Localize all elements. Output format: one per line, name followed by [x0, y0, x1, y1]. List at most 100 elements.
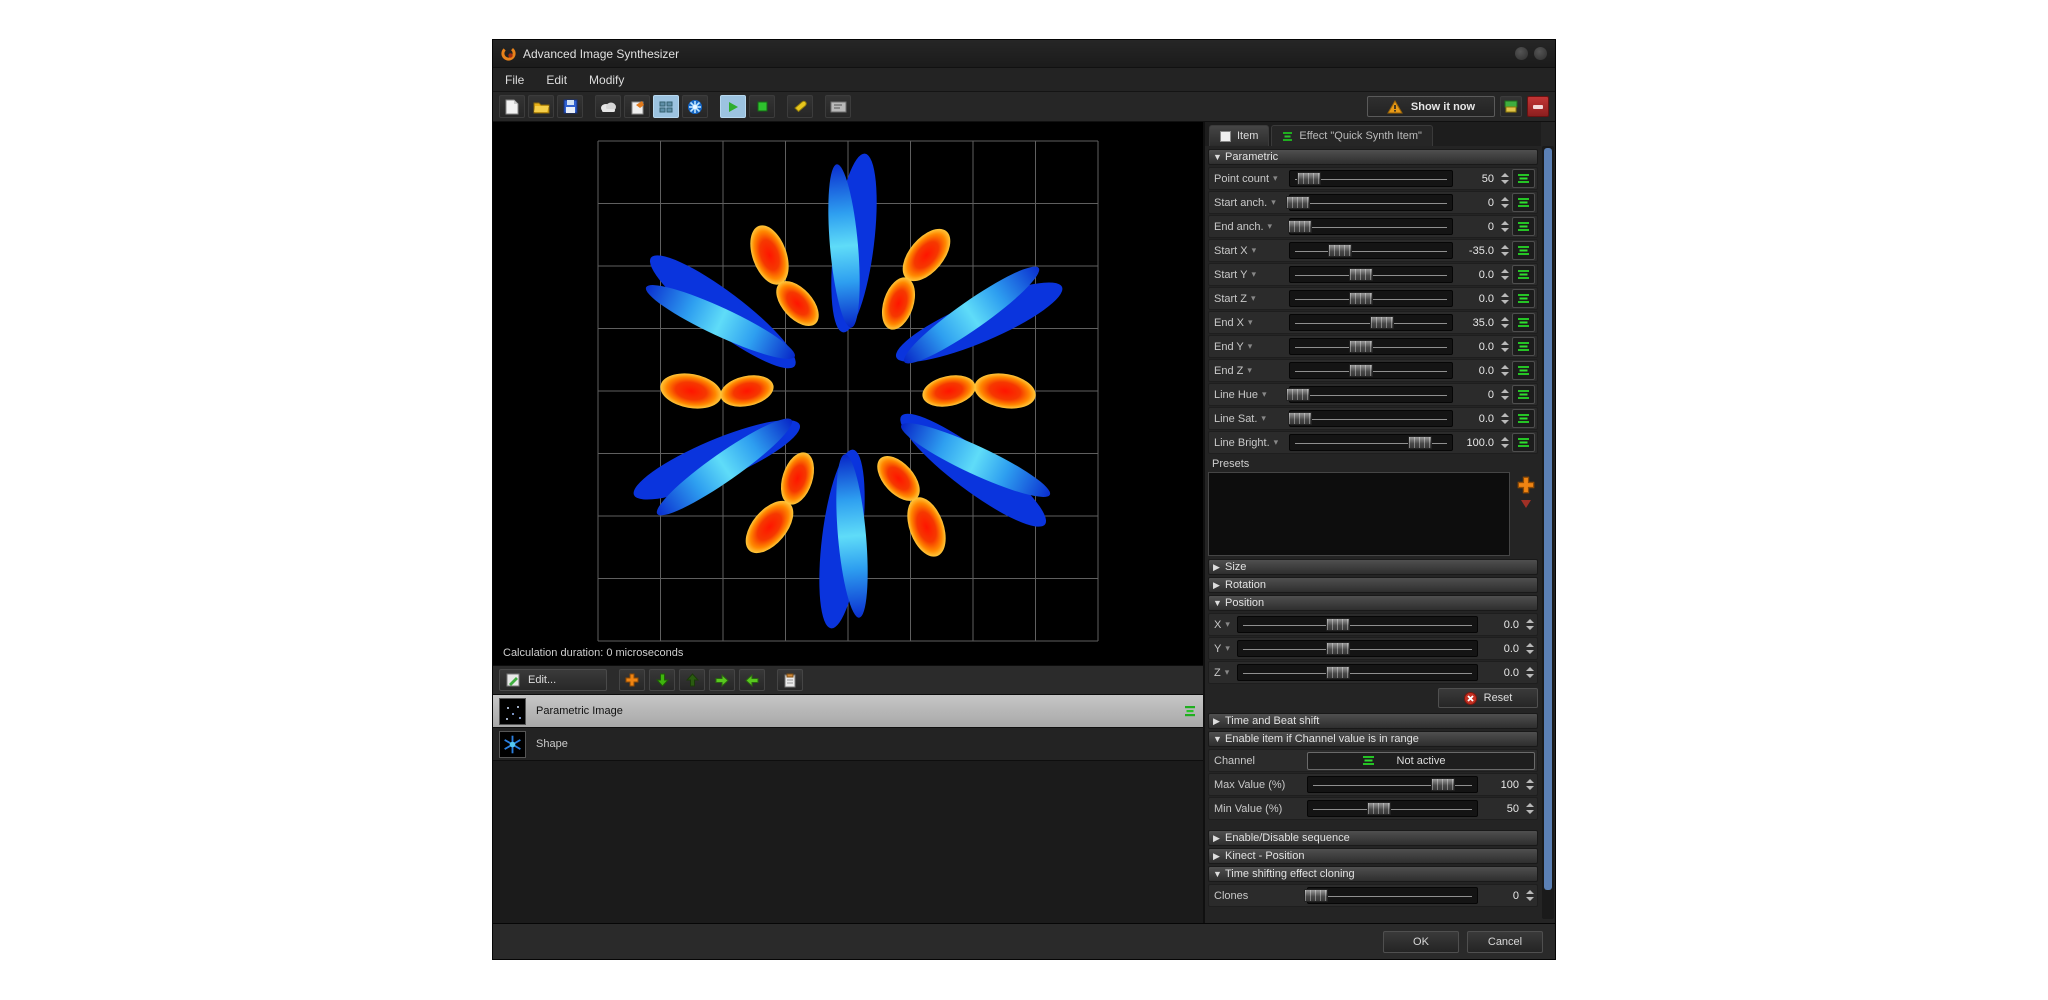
slider-handle[interactable] [1370, 316, 1394, 329]
param-label[interactable]: Start X [1211, 245, 1289, 257]
reset-position-button[interactable]: Reset [1438, 688, 1538, 708]
slider-handle[interactable] [1431, 778, 1455, 791]
param-label[interactable]: Line Sat. [1211, 413, 1289, 425]
param-slider[interactable] [1289, 266, 1453, 283]
list-item-shape[interactable]: Shape [493, 728, 1203, 761]
grid-view-button[interactable] [653, 95, 679, 118]
position-axis-label[interactable]: X [1211, 619, 1237, 631]
param-slider[interactable] [1289, 410, 1453, 427]
live-control-button[interactable] [1512, 217, 1535, 236]
tab-effect[interactable]: Effect "Quick Synth Item" [1271, 125, 1433, 146]
ok-button[interactable]: OK [1383, 931, 1459, 953]
spinner[interactable] [1524, 887, 1535, 904]
import-image-button[interactable] [624, 95, 650, 118]
spinner[interactable] [1499, 386, 1510, 403]
live-control-button[interactable] [1512, 433, 1535, 452]
spinner[interactable] [1524, 800, 1535, 817]
slider-handle[interactable] [1408, 436, 1432, 449]
slider-handle[interactable] [1297, 172, 1321, 185]
section-time-shifting-cloning[interactable]: Time shifting effect cloning [1208, 866, 1538, 882]
section-parametric[interactable]: Parametric [1208, 149, 1538, 165]
section-rotation[interactable]: Rotation [1208, 577, 1538, 593]
param-label[interactable]: Point count [1211, 173, 1289, 185]
section-kinect-position[interactable]: Kinect - Position [1208, 848, 1538, 864]
menu-modify[interactable]: Modify [589, 73, 624, 87]
cancel-button[interactable]: Cancel [1467, 931, 1543, 953]
move-item-up-button[interactable] [679, 669, 705, 691]
remove-output-button[interactable] [1527, 96, 1549, 117]
move-item-left-button[interactable] [739, 669, 765, 691]
open-folder-button[interactable] [528, 95, 554, 118]
param-slider[interactable] [1289, 386, 1453, 403]
new-document-button[interactable] [499, 95, 525, 118]
apply-preset-icon[interactable] [1521, 500, 1531, 508]
param-slider[interactable] [1289, 194, 1453, 211]
save-show-button[interactable] [1500, 96, 1522, 117]
section-position[interactable]: Position [1208, 595, 1538, 611]
param-slider[interactable] [1289, 170, 1453, 187]
menu-edit[interactable]: Edit [546, 73, 567, 87]
spinner[interactable] [1524, 776, 1535, 793]
spinner[interactable] [1499, 242, 1510, 259]
spinner[interactable] [1524, 640, 1535, 657]
show-it-now-button[interactable]: Show it now [1367, 96, 1495, 117]
param-label[interactable]: Start Z [1211, 293, 1289, 305]
slider-handle[interactable] [1304, 889, 1328, 902]
snowflake-effect-button[interactable] [682, 95, 708, 118]
scrollbar-thumb[interactable] [1544, 148, 1552, 890]
section-enable-channel[interactable]: Enable item if Channel value is in range [1208, 731, 1538, 747]
param-label[interactable]: End Z [1211, 365, 1289, 377]
live-control-button[interactable] [1512, 337, 1535, 356]
param-label[interactable]: End X [1211, 317, 1289, 329]
stop-button[interactable] [749, 95, 775, 118]
spinner[interactable] [1499, 290, 1510, 307]
presets-list[interactable] [1208, 472, 1510, 556]
cloud-button[interactable] [595, 95, 621, 118]
clones-slider[interactable] [1307, 887, 1478, 904]
param-label[interactable]: Line Bright. [1211, 437, 1289, 449]
param-slider[interactable] [1289, 314, 1453, 331]
slider-handle[interactable] [1328, 244, 1352, 257]
live-control-button[interactable] [1512, 169, 1535, 188]
spinner[interactable] [1499, 170, 1510, 187]
param-label[interactable]: Start Y [1211, 269, 1289, 281]
window-control-icon[interactable] [1534, 47, 1547, 60]
live-control-button[interactable] [1512, 409, 1535, 428]
param-slider[interactable] [1289, 290, 1453, 307]
spinner[interactable] [1499, 338, 1510, 355]
slider-handle[interactable] [1288, 220, 1312, 233]
spinner[interactable] [1499, 434, 1510, 451]
move-item-down-button[interactable] [649, 669, 675, 691]
slider-handle[interactable] [1326, 666, 1350, 679]
channel-button[interactable]: Not active [1307, 752, 1535, 770]
param-slider[interactable] [1289, 362, 1453, 379]
slider-handle[interactable] [1349, 268, 1373, 281]
position-axis-label[interactable]: Y [1211, 643, 1237, 655]
live-control-button[interactable] [1512, 313, 1535, 332]
param-label[interactable]: Line Hue [1211, 389, 1289, 401]
move-item-right-button[interactable] [709, 669, 735, 691]
live-control-button[interactable] [1512, 241, 1535, 260]
param-slider[interactable] [1289, 242, 1453, 259]
param-label[interactable]: End anch. [1211, 221, 1289, 233]
live-control-button[interactable] [1512, 361, 1535, 380]
menu-file[interactable]: File [505, 73, 524, 87]
save-button[interactable] [557, 95, 583, 118]
window-control-icon[interactable] [1515, 47, 1528, 60]
live-control-button[interactable] [1512, 193, 1535, 212]
slider-handle[interactable] [1349, 340, 1373, 353]
spinner[interactable] [1499, 194, 1510, 211]
play-button[interactable] [720, 95, 746, 118]
section-time-beat-shift[interactable]: Time and Beat shift [1208, 713, 1538, 729]
slider-handle[interactable] [1288, 412, 1312, 425]
add-preset-button[interactable] [1517, 476, 1535, 494]
add-item-button[interactable] [619, 669, 645, 691]
live-control-button[interactable] [1512, 289, 1535, 308]
spinner[interactable] [1499, 362, 1510, 379]
param-slider[interactable] [1289, 338, 1453, 355]
slider-handle[interactable] [1349, 364, 1373, 377]
paste-item-button[interactable] [777, 669, 803, 691]
spinner[interactable] [1499, 218, 1510, 235]
spinner[interactable] [1524, 616, 1535, 633]
slider-handle[interactable] [1286, 196, 1310, 209]
